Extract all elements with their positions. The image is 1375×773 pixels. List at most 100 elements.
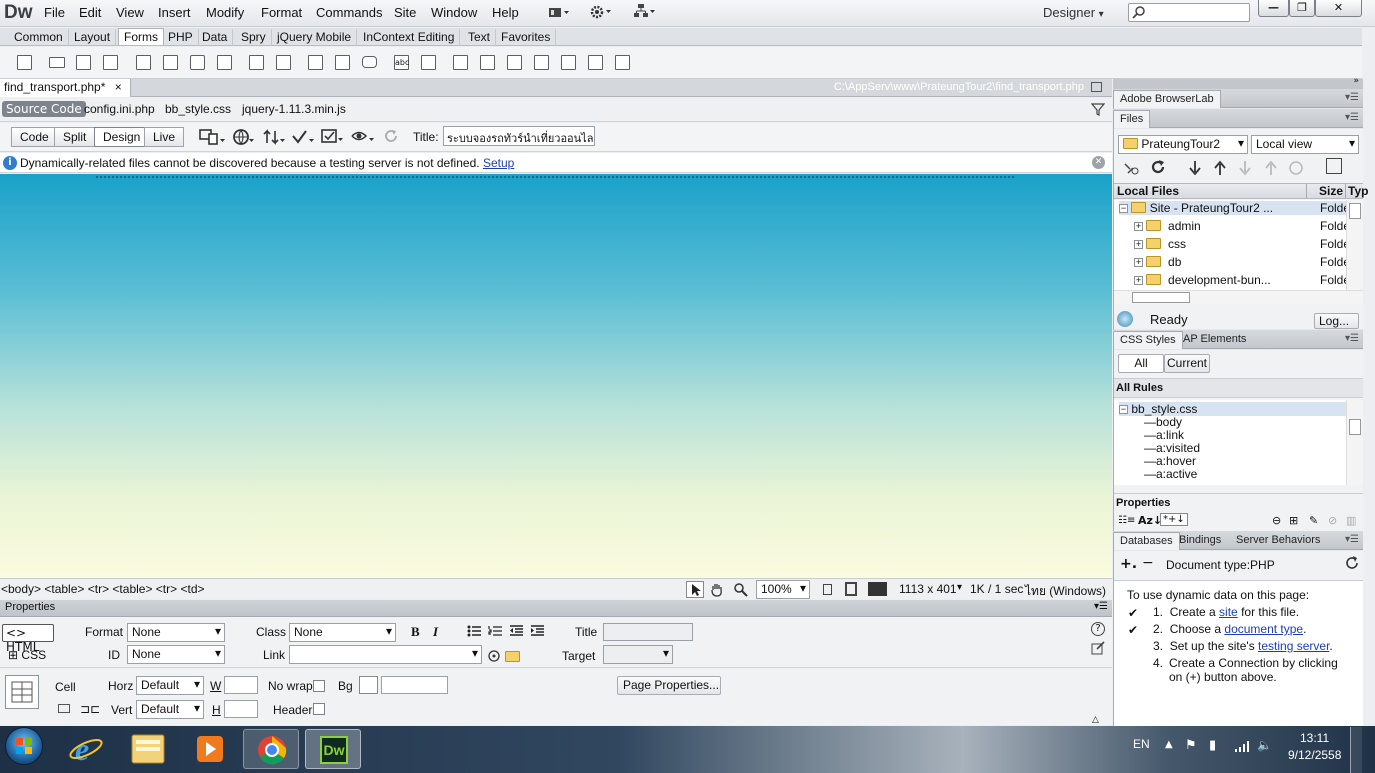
- tab-server-behaviors[interactable]: Server Behaviors: [1230, 532, 1326, 550]
- ie-icon[interactable]: e: [58, 729, 114, 769]
- document-tab[interactable]: find_transport.php* ×: [0, 79, 131, 97]
- start-button[interactable]: [5, 727, 43, 765]
- tab-bindings[interactable]: Bindings: [1173, 532, 1227, 550]
- disable-icon[interactable]: ⊘: [1328, 514, 1337, 527]
- zoom-select[interactable]: 100%: [756, 580, 810, 599]
- bg-color-picker[interactable]: [359, 676, 378, 694]
- list-item[interactable]: —a:hover: [1144, 454, 1196, 468]
- col-size[interactable]: Size: [1306, 184, 1343, 198]
- checkbox-icon[interactable]: [136, 55, 151, 70]
- spry-validation-select-icon[interactable]: [534, 55, 549, 70]
- panel-menu-icon[interactable]: ▾☰: [1345, 92, 1359, 103]
- site-select[interactable]: PrateungTour2: [1118, 135, 1248, 154]
- radio-group-icon[interactable]: [217, 55, 232, 70]
- mobile-size-icon[interactable]: [823, 584, 832, 595]
- tab-css-styles[interactable]: CSS Styles: [1113, 331, 1183, 349]
- button-icon[interactable]: [362, 56, 377, 68]
- view-select[interactable]: Local view: [1251, 135, 1359, 154]
- help-search-input[interactable]: [1128, 3, 1250, 22]
- insert-tab-common[interactable]: Common: [9, 29, 69, 46]
- spry-validation-checkbox-icon[interactable]: [507, 55, 522, 70]
- vert-select[interactable]: Default: [136, 700, 204, 719]
- power-icon[interactable]: ▮: [1209, 738, 1216, 753]
- width-input[interactable]: [224, 676, 258, 694]
- sync-icon[interactable]: [1288, 160, 1304, 179]
- menu-site[interactable]: Site: [394, 5, 416, 20]
- current-mode-button[interactable]: Current: [1164, 354, 1210, 373]
- id-select[interactable]: None: [127, 645, 225, 664]
- spry-validation-textarea-icon[interactable]: [480, 55, 495, 70]
- insert-tab-incontext[interactable]: InContext Editing: [358, 29, 461, 46]
- show-desktop-button[interactable]: [1350, 727, 1362, 773]
- list-item[interactable]: + css: [1134, 237, 1186, 251]
- document-title-input[interactable]: ระบบจองรถทัวร์นำเที่ยวออนไลน์: [443, 126, 595, 146]
- refresh-icon[interactable]: [383, 128, 399, 147]
- chrome-icon[interactable]: [243, 729, 299, 769]
- edit-rule-icon[interactable]: ✎: [1309, 514, 1318, 527]
- files-scrollbar[interactable]: [1346, 200, 1363, 290]
- dreamweaver-icon[interactable]: Dw: [305, 729, 361, 769]
- menu-file[interactable]: File: [44, 5, 65, 20]
- close-window-button[interactable]: ✕: [1315, 0, 1362, 17]
- live-view-button[interactable]: Live: [144, 127, 185, 147]
- list-item[interactable]: —a:visited: [1144, 441, 1200, 455]
- help-icon[interactable]: ?: [1091, 622, 1105, 636]
- zoom-tool-icon[interactable]: [733, 582, 749, 600]
- outdent-icon[interactable]: [509, 625, 524, 640]
- action-center-flag-icon[interactable]: ⚑: [1185, 738, 1197, 753]
- target-select[interactable]: [603, 645, 673, 664]
- pointer-tool-icon[interactable]: [686, 581, 704, 598]
- label-icon[interactable]: abc: [394, 55, 409, 70]
- css-mode-button[interactable]: ⊞ CSS: [8, 648, 46, 662]
- filter-icon[interactable]: [1090, 103, 1106, 119]
- bg-color-input[interactable]: [381, 676, 448, 694]
- testing-server-link[interactable]: testing server: [1258, 639, 1329, 653]
- tablet-size-icon[interactable]: [845, 582, 857, 596]
- check-in-icon[interactable]: [1264, 160, 1280, 179]
- spry-validation-radio-icon[interactable]: [615, 55, 630, 70]
- ordered-list-icon[interactable]: [488, 625, 503, 640]
- layout-menu-icon[interactable]: [548, 5, 570, 20]
- close-info-icon[interactable]: ✕: [1092, 156, 1105, 169]
- refresh-icon[interactable]: [1345, 556, 1359, 573]
- window-size-select[interactable]: 1113 x 401: [899, 582, 957, 596]
- list-item[interactable]: —a:link: [1144, 428, 1184, 442]
- explorer-icon[interactable]: [120, 729, 176, 769]
- refresh-icon[interactable]: [1150, 159, 1166, 178]
- insert-tab-text[interactable]: Text: [463, 29, 497, 46]
- menu-insert[interactable]: Insert: [158, 5, 191, 20]
- tab-ap-elements[interactable]: AP Elements: [1177, 331, 1252, 349]
- connect-icon[interactable]: [1122, 160, 1140, 179]
- hand-tool-icon[interactable]: [709, 582, 725, 600]
- related-file[interactable]: jquery-1.11.3.min.js: [242, 102, 346, 116]
- tag-selector[interactable]: <body> <table> <tr> <table> <tr> <td>: [1, 582, 205, 596]
- split-cell-icon[interactable]: ⊐⊏: [80, 702, 100, 716]
- tab-files[interactable]: Files: [1113, 110, 1151, 128]
- insert-tab-spry[interactable]: Spry: [236, 29, 272, 46]
- menu-window[interactable]: Window: [431, 5, 477, 20]
- bold-button[interactable]: B: [411, 624, 420, 640]
- alpha-view-icon[interactable]: Az↓: [1138, 514, 1162, 527]
- files-hscrollbar[interactable]: [1114, 290, 1363, 304]
- panel-menu-icon[interactable]: ▾☰: [1345, 333, 1359, 344]
- merge-cells-icon[interactable]: [58, 704, 70, 713]
- title-input[interactable]: [603, 623, 693, 641]
- col-type[interactable]: Typ: [1345, 184, 1368, 198]
- list-item[interactable]: + db: [1134, 255, 1181, 269]
- file-field-icon[interactable]: [335, 55, 350, 70]
- panel-menu-icon[interactable]: ▾☰: [1345, 112, 1359, 123]
- list-item[interactable]: —body: [1144, 415, 1182, 429]
- category-view-icon[interactable]: ☷≡: [1118, 515, 1135, 526]
- browse-folder-icon[interactable]: [505, 651, 520, 662]
- close-tab-icon[interactable]: ×: [115, 80, 122, 94]
- desktop-size-icon[interactable]: [868, 582, 887, 596]
- tab-browserlab[interactable]: Adobe BrowserLab: [1113, 90, 1221, 108]
- document-type-link[interactable]: document type: [1224, 622, 1303, 636]
- check-out-icon[interactable]: [1238, 160, 1254, 179]
- indent-icon[interactable]: [530, 625, 545, 640]
- text-field-icon[interactable]: [49, 57, 65, 68]
- network-icon[interactable]: [1234, 740, 1250, 755]
- page-properties-button[interactable]: Page Properties...: [617, 676, 721, 695]
- list-item[interactable]: + development-bun...: [1134, 273, 1271, 287]
- trash-icon[interactable]: ▥: [1346, 514, 1356, 527]
